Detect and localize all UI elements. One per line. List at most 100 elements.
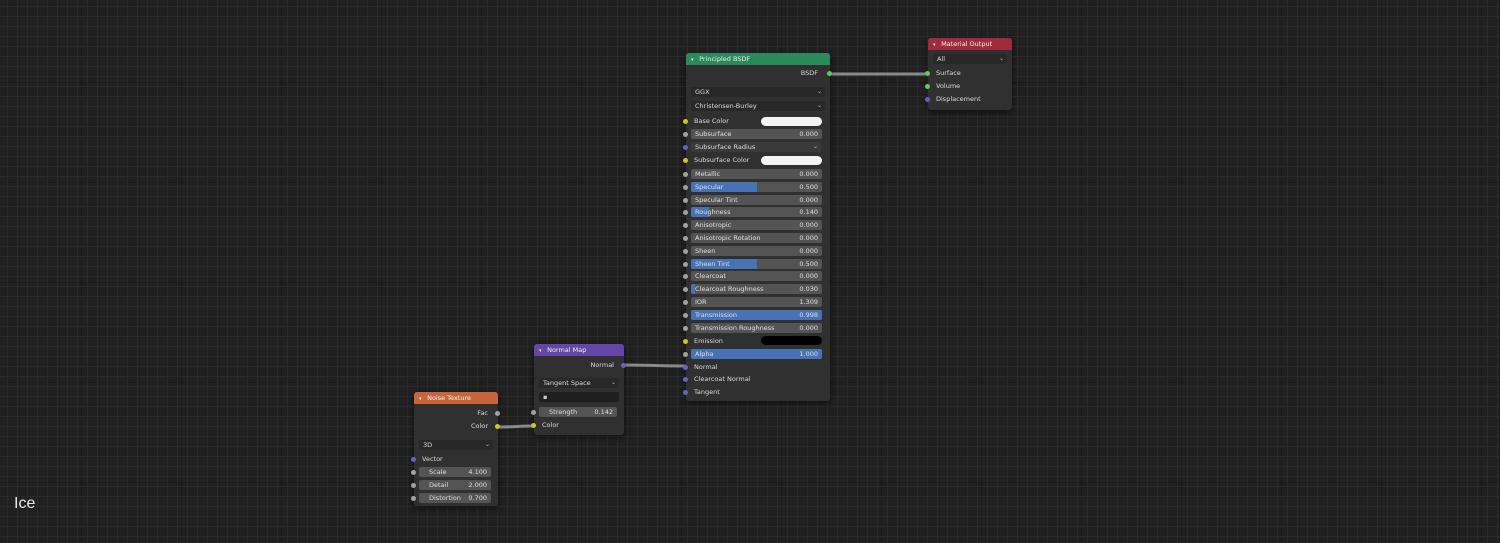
transmission-field[interactable]: Transmission 0.998 [691,309,822,320]
subsurface-field[interactable]: Subsurface 0.000 [691,129,822,139]
transmission-roughness-socket[interactable] [683,325,688,331]
link-noise-color-to-normalmap-color[interactable] [497,424,535,429]
collapse-arrow-icon[interactable]: ▾ [691,54,697,65]
normal-space-dropdown[interactable]: Tangent Space ⌄ [539,378,619,388]
alpha-field[interactable]: Alpha 1.000 [691,349,822,359]
metallic-field[interactable]: Metallic 0.000 [691,169,822,179]
detail-socket[interactable] [411,483,416,488]
scale-label: Scale [429,468,447,476]
scale-socket[interactable] [411,470,416,475]
material-output-header[interactable]: ▾ Material Output [928,38,1012,50]
vector-socket[interactable] [411,457,416,462]
subsurface-radius-socket[interactable] [683,145,688,150]
anisotropic-field[interactable]: Anisotropic 0.000 [691,220,822,231]
normal-map-output-socket[interactable] [621,363,626,368]
collapse-arrow-icon[interactable]: ▾ [419,393,425,404]
normal-map-node[interactable]: ▾ Normal Map Normal Tangent Space ⌄ ▪ Str… [531,344,626,435]
sheen-field[interactable]: Sheen 0.000 [691,245,822,256]
detail-field[interactable]: Detail 2.000 [419,480,491,490]
alpha-socket[interactable] [683,352,688,357]
surface-socket[interactable] [925,71,930,76]
roughness-field[interactable]: Roughness 0.140 [691,207,822,218]
distortion-value: 0.700 [468,494,487,502]
subsurface-socket[interactable] [683,132,688,137]
dimensions-value: 3D [423,441,433,449]
material-output-node[interactable]: ▾ Material Output All ⌄ Surface Volume Di… [925,38,1012,110]
principled-bsdf-header[interactable]: ▾ Principled BSDF [686,53,830,65]
clearcoat-field[interactable]: Clearcoat 0.000 [691,271,822,282]
transmission-roughness-field[interactable]: Transmission Roughness 0.000 [691,322,822,333]
scale-value: 4.100 [468,468,487,476]
strength-value: 0.142 [594,408,613,416]
base-color-socket[interactable] [683,119,688,124]
subsurface-method-value: Christensen-Burley [695,102,757,110]
specular-tint-socket[interactable] [683,197,688,203]
noise-color-label: Color [471,422,488,430]
strength-socket[interactable] [531,410,536,415]
collapse-arrow-icon[interactable]: ▾ [933,39,939,50]
distortion-field[interactable]: Distortion 0.700 [419,493,491,503]
base-color-label: Base Color [694,117,729,125]
noise-texture-node[interactable]: ▾ Noise Texture Fac Color 3D ⌄ Vector Sca… [411,392,500,506]
base-color-swatch[interactable] [761,117,822,126]
specular-field[interactable]: Specular 0.500 [691,181,822,192]
anisotropic-rotation-label: Anisotropic Rotation [695,234,761,242]
alpha-label: Alpha [695,350,714,358]
clearcoat-roughness-value: 0.030 [799,285,818,294]
anisotropic-socket[interactable] [683,223,688,229]
emission-socket[interactable] [683,339,688,344]
subsurface-color-swatch[interactable] [761,156,822,165]
anisotropic-rotation-socket[interactable] [683,236,688,241]
normal-map-color-socket[interactable] [531,423,536,428]
transmission-value: 0.998 [799,310,818,319]
clearcoat-label: Clearcoat [695,272,726,281]
fac-output-socket[interactable] [495,411,500,416]
clearcoat-roughness-field[interactable]: Clearcoat Roughness 0.030 [691,284,822,295]
ior-socket[interactable] [683,300,688,305]
distribution-dropdown[interactable]: GGX ⌄ [691,87,825,97]
sheen-socket[interactable] [683,248,688,254]
principled-bsdf-node[interactable]: ▾ Principled BSDF BSDF GGX ⌄ Christensen-… [683,53,832,401]
roughness-socket[interactable] [683,210,688,216]
tangent-socket[interactable] [683,390,688,395]
ior-field[interactable]: IOR 1.309 [691,297,822,307]
bsdf-output-socket[interactable] [827,71,832,76]
output-target-dropdown[interactable]: All ⌄ [933,54,1007,64]
sheen-tint-field[interactable]: Sheen Tint 0.500 [691,258,822,269]
clearcoat-roughness-socket[interactable] [683,287,688,293]
collapse-arrow-icon[interactable]: ▾ [539,345,545,356]
clearcoat-normal-socket[interactable] [683,377,688,382]
normal-space-value: Tangent Space [543,379,591,387]
anisotropic-rotation-field[interactable]: Anisotropic Rotation 0.000 [691,233,822,243]
noise-color-output-socket[interactable] [495,424,500,429]
normal-label: Normal [694,363,718,371]
scale-field[interactable]: Scale 4.100 [419,467,491,477]
strength-field[interactable]: Strength 0.142 [539,407,617,417]
specular-tint-field[interactable]: Specular Tint 0.000 [691,194,822,205]
subsurface-color-socket[interactable] [683,158,688,163]
subsurface-method-dropdown[interactable]: Christensen-Burley ⌄ [691,101,825,111]
vector-label: Vector [422,455,443,463]
distortion-socket[interactable] [411,496,416,501]
specular-socket[interactable] [683,184,688,190]
normal-map-color-label: Color [542,421,559,429]
emission-color-swatch[interactable] [761,336,822,345]
distortion-label: Distortion [429,494,461,502]
uv-map-icon: ▪ [543,393,548,401]
roughness-label: Roughness [695,208,731,217]
subsurface-radius-field[interactable]: Subsurface Radius ⌄ [691,142,821,152]
metallic-socket[interactable] [683,172,688,177]
noise-texture-header[interactable]: ▾ Noise Texture [414,392,498,404]
displacement-socket[interactable] [925,97,930,102]
normal-map-header[interactable]: ▾ Normal Map [534,344,624,356]
sheen-tint-socket[interactable] [683,261,688,267]
uv-map-field[interactable]: ▪ [539,392,619,402]
volume-socket[interactable] [925,84,930,89]
dimensions-dropdown[interactable]: 3D ⌄ [419,440,493,450]
chevron-down-icon: ⌄ [816,88,822,95]
clearcoat-socket[interactable] [683,274,688,280]
transmission-roughness-label: Transmission Roughness [695,323,775,332]
link-normalmap-to-normal[interactable] [623,363,687,368]
transmission-socket[interactable] [683,312,688,318]
normal-socket[interactable] [683,365,688,370]
